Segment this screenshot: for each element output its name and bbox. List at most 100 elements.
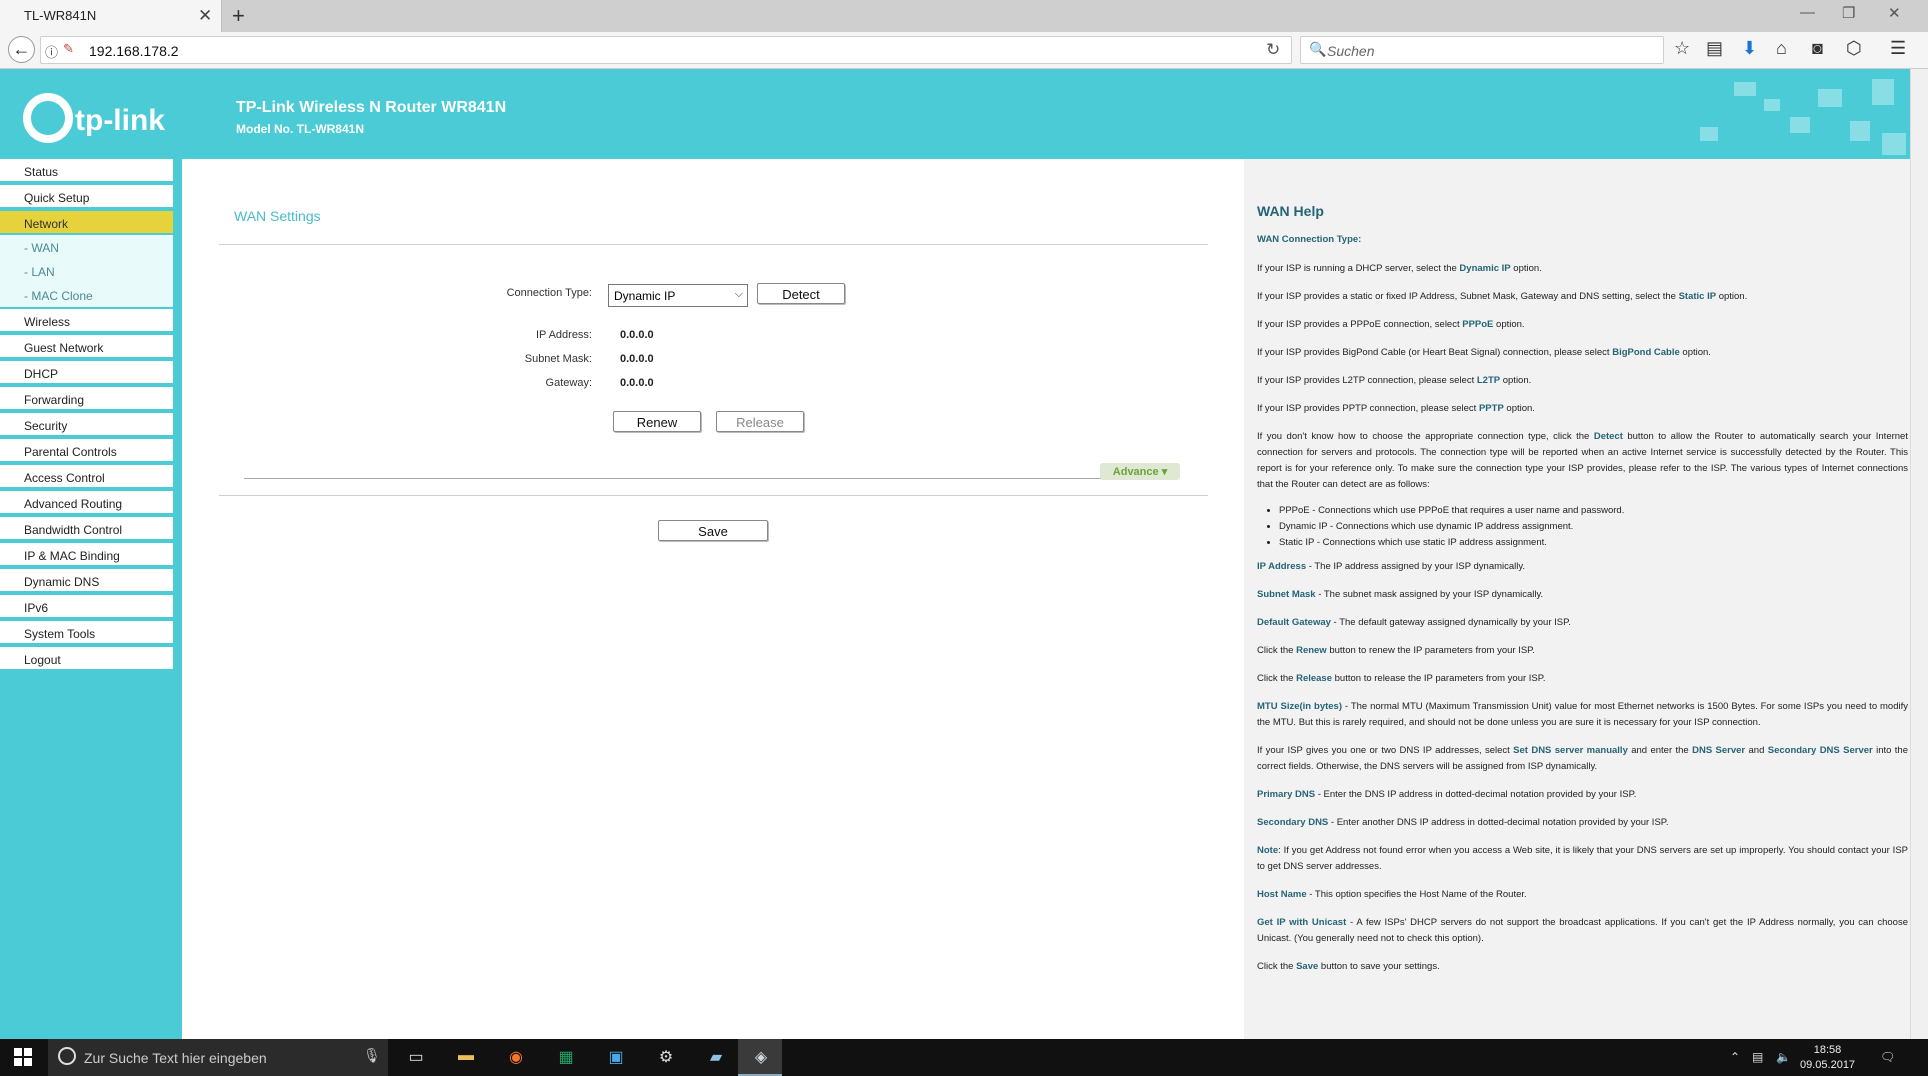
page-title: TP-Link Wireless N Router WR841N xyxy=(236,99,507,116)
header-decoration xyxy=(1882,133,1906,155)
tp-link-logo-icon xyxy=(23,93,73,143)
firefox-icon[interactable]: ◉ xyxy=(505,1047,527,1069)
help-paragraph: If your ISP provides BigPond Cable (or H… xyxy=(1257,347,1711,358)
ip-address-label: IP Address: xyxy=(535,329,592,341)
release-button[interactable]: Release xyxy=(716,411,804,432)
task-view-icon[interactable]: ▭ xyxy=(405,1047,427,1069)
home-icon[interactable]: ⌂ xyxy=(1776,38,1787,59)
menu-item-dynamic-dns[interactable]: Dynamic DNS xyxy=(0,569,173,592)
page-scrollbar[interactable] xyxy=(1910,69,1928,1039)
help-list: PPPoE - Connections which use PPPoE that… xyxy=(1257,503,1908,551)
header-decoration xyxy=(1872,79,1894,105)
restore-icon[interactable]: ❐ xyxy=(1842,4,1855,22)
windows-start-icon[interactable] xyxy=(14,1048,32,1066)
info-icon[interactable]: ⓘ xyxy=(45,42,58,61)
subnet-mask-value: 0.0.0.0 xyxy=(620,353,654,365)
excel-icon[interactable]: ▦ xyxy=(555,1047,577,1069)
shield-icon[interactable]: ⬡ xyxy=(1846,38,1862,59)
menu-item-bandwidth-control[interactable]: Bandwidth Control xyxy=(0,517,173,540)
menu-item-system-tools[interactable]: System Tools xyxy=(0,621,173,644)
menu-item-network[interactable]: Network xyxy=(0,211,173,234)
model-number: Model No. TL-WR841N xyxy=(236,122,364,136)
menu-item-lan[interactable]: - LAN xyxy=(0,259,173,283)
network-tool-icon[interactable]: ◈ xyxy=(750,1047,772,1069)
header-decoration xyxy=(1790,117,1810,133)
chevron-down-icon: ⌵ xyxy=(734,288,743,300)
menu-item-guest-network[interactable]: Guest Network xyxy=(0,335,173,358)
list-item: PPPoE - Connections which use PPPoE that… xyxy=(1279,503,1908,519)
volume-icon[interactable]: 🔈 xyxy=(1776,1050,1791,1064)
address-bar[interactable]: ⓘ ✎ 192.168.178.2 ↻ xyxy=(40,36,1292,64)
help-paragraph: If your ISP provides a static or fixed I… xyxy=(1257,291,1748,302)
help-paragraph: Host Name - This option specifies the Ho… xyxy=(1257,889,1527,900)
menu-item-wireless[interactable]: Wireless xyxy=(0,309,173,332)
menu-item-wan[interactable]: - WAN xyxy=(0,235,173,259)
menu-item-advanced-routing[interactable]: Advanced Routing xyxy=(0,491,173,514)
help-paragraph: Subnet Mask - The subnet mask assigned b… xyxy=(1257,589,1544,600)
help-paragraph: Note: If you get Address not found error… xyxy=(1257,845,1908,872)
menu-item-security[interactable]: Security xyxy=(0,413,173,436)
network-status-icon[interactable]: ▤ xyxy=(1752,1050,1763,1064)
pocket-icon[interactable]: ◙ xyxy=(1812,38,1823,59)
tray-chevron-up-icon[interactable]: ⌃ xyxy=(1730,1050,1740,1064)
save-button[interactable]: Save xyxy=(658,520,768,541)
detect-button[interactable]: Detect xyxy=(757,283,845,304)
search-placeholder: Suchen xyxy=(1327,43,1375,59)
close-tab-icon[interactable]: ✕ xyxy=(198,6,212,26)
header-decoration xyxy=(1818,89,1842,107)
menu-item-ipv6[interactable]: IPv6 xyxy=(0,595,173,618)
connection-type-select[interactable]: Dynamic IP ⌵ xyxy=(608,284,748,307)
remote-desktop-icon[interactable]: ▣ xyxy=(605,1047,627,1069)
clock-time: 18:58 xyxy=(1813,1044,1842,1056)
taskbar-search-placeholder: Zur Suche Text hier eingeben xyxy=(84,1050,267,1066)
insecure-icon: ✎ xyxy=(63,41,74,56)
window-close-icon[interactable]: ✕ xyxy=(1888,4,1901,22)
minimize-icon[interactable]: — xyxy=(1800,4,1815,21)
settings-gear-icon[interactable]: ⚙ xyxy=(655,1047,677,1069)
star-icon[interactable]: ☆ xyxy=(1674,38,1690,59)
menu-item-mac-clone[interactable]: - MAC Clone xyxy=(0,283,173,307)
reader-icon[interactable]: ▤ xyxy=(1706,38,1723,59)
divider xyxy=(219,244,1208,245)
microphone-icon[interactable]: 🎙 xyxy=(363,1047,381,1064)
windows-taskbar: Zur Suche Text hier eingeben 🎙 ▭ ▬ ◉ ▦ ▣… xyxy=(0,1039,1928,1076)
browser-tab[interactable]: TL-WR841N ✕ xyxy=(0,0,222,32)
menu-item-status[interactable]: Status xyxy=(0,159,173,182)
help-paragraph: Default Gateway - The default gateway as… xyxy=(1257,617,1571,628)
advance-toggle[interactable]: Advance ▾ xyxy=(1100,463,1180,480)
header-decoration xyxy=(1850,121,1870,141)
file-explorer-icon[interactable]: ▬ xyxy=(455,1047,477,1069)
divider xyxy=(244,478,1178,479)
menu-item-logout[interactable]: Logout xyxy=(0,647,173,670)
cortana-icon xyxy=(58,1047,76,1065)
menu-item-forwarding[interactable]: Forwarding xyxy=(0,387,173,410)
reload-icon[interactable]: ↻ xyxy=(1266,40,1280,60)
search-icon: 🔍 xyxy=(1309,41,1327,57)
help-paragraph: If your ISP provides PPTP connection, pl… xyxy=(1257,403,1535,414)
notification-icon[interactable]: 🗨 xyxy=(1880,1050,1895,1064)
header-decoration xyxy=(1700,127,1718,141)
back-icon[interactable]: ← xyxy=(8,36,35,63)
menu-item-access-control[interactable]: Access Control xyxy=(0,465,173,488)
gateway-label: Gateway: xyxy=(545,377,592,389)
new-tab-icon[interactable]: + xyxy=(232,3,245,29)
renew-button[interactable]: Renew xyxy=(613,411,701,432)
help-paragraph: Secondary DNS - Enter another DNS IP add… xyxy=(1257,817,1669,828)
browser-nav-bar: ← ⓘ ✎ 192.168.178.2 ↻ 🔍 Suchen xyxy=(0,32,1928,69)
menu-item-dhcp[interactable]: DHCP xyxy=(0,361,173,384)
menu-item-ip-mac-binding[interactable]: IP & MAC Binding xyxy=(0,543,173,566)
menu-icon[interactable]: ☰ xyxy=(1890,38,1906,59)
header-decoration xyxy=(1734,82,1756,96)
notepad-icon[interactable]: ▰ xyxy=(705,1047,727,1069)
help-paragraph: If your ISP gives you one or two DNS IP … xyxy=(1257,745,1908,772)
download-icon[interactable]: ⬇ xyxy=(1742,38,1757,59)
list-item: Dynamic IP - Connections which use dynam… xyxy=(1279,519,1908,535)
menu-item-parental-controls[interactable]: Parental Controls xyxy=(0,439,173,462)
taskbar-search-input[interactable]: Zur Suche Text hier eingeben 🎙 xyxy=(48,1039,388,1076)
taskbar-clock[interactable]: 18:58 09.05.2017 xyxy=(1800,1043,1855,1073)
search-input[interactable]: 🔍 Suchen xyxy=(1300,36,1664,64)
url-text[interactable]: 192.168.178.2 xyxy=(89,43,179,59)
help-paragraph: Get IP with Unicast - A few ISPs' DHCP s… xyxy=(1257,917,1908,944)
menu-item-quick-setup[interactable]: Quick Setup xyxy=(0,185,173,208)
connection-type-label: Connection Type: xyxy=(506,287,592,299)
